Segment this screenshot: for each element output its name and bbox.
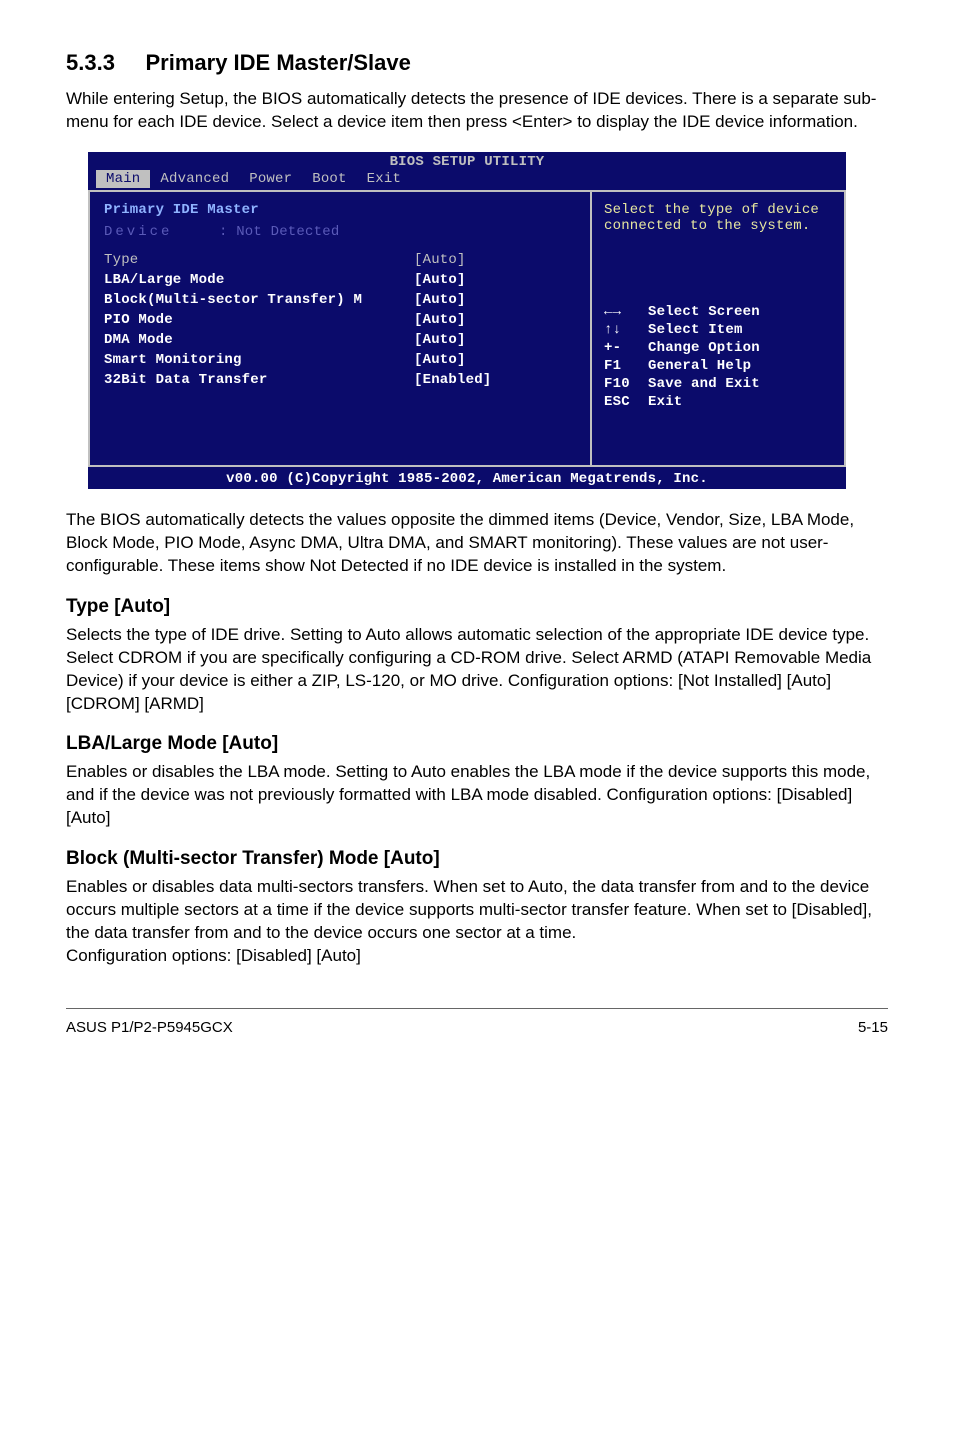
row-key: DMA Mode bbox=[104, 332, 414, 348]
row-lba[interactable]: LBA/Large Mode [Auto] bbox=[104, 272, 576, 288]
row-value: [Auto] bbox=[414, 292, 466, 308]
hint-key: ESC bbox=[604, 394, 648, 410]
body-lba: Enables or disables the LBA mode. Settin… bbox=[66, 761, 888, 830]
bios-right-panel: Select the type of device connected to t… bbox=[592, 192, 844, 465]
row-value: [Auto] bbox=[414, 252, 466, 268]
subhead-type: Type [Auto] bbox=[66, 596, 888, 618]
hint-text: Change Option bbox=[648, 340, 760, 356]
hint-key: F10 bbox=[604, 376, 648, 392]
row-value: [Auto] bbox=[414, 332, 466, 348]
hint-text: Save and Exit bbox=[648, 376, 760, 392]
device-label: Device bbox=[104, 224, 219, 240]
section-title: Primary IDE Master/Slave bbox=[146, 50, 411, 75]
row-value: [Auto] bbox=[414, 312, 466, 328]
bios-left-panel: Primary IDE Master Device : Not Detected… bbox=[90, 192, 592, 465]
row-key: 32Bit Data Transfer bbox=[104, 372, 414, 388]
row-value: [Enabled] bbox=[414, 372, 491, 388]
row-type[interactable]: Type [Auto] bbox=[104, 252, 576, 268]
tab-exit[interactable]: Exit bbox=[357, 170, 411, 188]
row-key: Type bbox=[104, 252, 414, 268]
bios-title: BIOS SETUP UTILITY bbox=[88, 152, 846, 170]
device-line: Device : Not Detected bbox=[104, 224, 576, 240]
row-value: [Auto] bbox=[414, 352, 466, 368]
hint-key: ↑↓ bbox=[604, 322, 648, 338]
row-dma[interactable]: DMA Mode [Auto] bbox=[104, 332, 576, 348]
row-key: Smart Monitoring bbox=[104, 352, 414, 368]
bios-tabs: Main Advanced Power Boot Exit bbox=[88, 170, 846, 190]
bios-rows: Type [Auto] LBA/Large Mode [Auto] Block(… bbox=[104, 252, 576, 388]
hint-text: Select Screen bbox=[648, 304, 760, 320]
hint-key: ←→ bbox=[604, 304, 648, 320]
hint-key: F1 bbox=[604, 358, 648, 374]
row-32bit[interactable]: 32Bit Data Transfer [Enabled] bbox=[104, 372, 576, 388]
device-value: : Not Detected bbox=[219, 224, 339, 240]
row-block[interactable]: Block(Multi-sector Transfer) M [Auto] bbox=[104, 292, 576, 308]
row-key: Block(Multi-sector Transfer) M bbox=[104, 292, 414, 308]
subhead-lba: LBA/Large Mode [Auto] bbox=[66, 733, 888, 755]
hint-text: General Help bbox=[648, 358, 751, 374]
tab-advanced[interactable]: Advanced bbox=[150, 170, 239, 188]
footer-left: ASUS P1/P2-P5945GCX bbox=[66, 1019, 233, 1036]
key-hints: ←→Select Screen ↑↓Select Item +-Change O… bbox=[604, 304, 832, 410]
hint-text: Exit bbox=[648, 394, 682, 410]
hint-key: +- bbox=[604, 340, 648, 356]
subhead-block: Block (Multi-sector Transfer) Mode [Auto… bbox=[66, 848, 888, 870]
body-type: Selects the type of IDE drive. Setting t… bbox=[66, 624, 888, 716]
section-heading: 5.3.3 Primary IDE Master/Slave bbox=[66, 50, 888, 76]
bios-panel-heading: Primary IDE Master bbox=[104, 202, 576, 218]
footer-right: 5-15 bbox=[858, 1019, 888, 1036]
bios-screenshot: BIOS SETUP UTILITY Main Advanced Power B… bbox=[88, 152, 846, 489]
body-block: Enables or disables data multi-sectors t… bbox=[66, 876, 888, 968]
page-footer: ASUS P1/P2-P5945GCX 5-15 bbox=[66, 1008, 888, 1036]
after-bios-paragraph: The BIOS automatically detects the value… bbox=[66, 509, 888, 578]
row-value: [Auto] bbox=[414, 272, 466, 288]
help-text: Select the type of device connected to t… bbox=[604, 202, 832, 234]
tab-boot[interactable]: Boot bbox=[302, 170, 356, 188]
intro-paragraph: While entering Setup, the BIOS automatic… bbox=[66, 88, 888, 134]
row-key: LBA/Large Mode bbox=[104, 272, 414, 288]
row-key: PIO Mode bbox=[104, 312, 414, 328]
row-pio[interactable]: PIO Mode [Auto] bbox=[104, 312, 576, 328]
tab-main[interactable]: Main bbox=[96, 170, 150, 188]
row-smart[interactable]: Smart Monitoring [Auto] bbox=[104, 352, 576, 368]
tab-power[interactable]: Power bbox=[239, 170, 302, 188]
bios-copyright: v00.00 (C)Copyright 1985-2002, American … bbox=[88, 467, 846, 489]
section-number: 5.3.3 bbox=[66, 50, 115, 75]
hint-text: Select Item bbox=[648, 322, 743, 338]
